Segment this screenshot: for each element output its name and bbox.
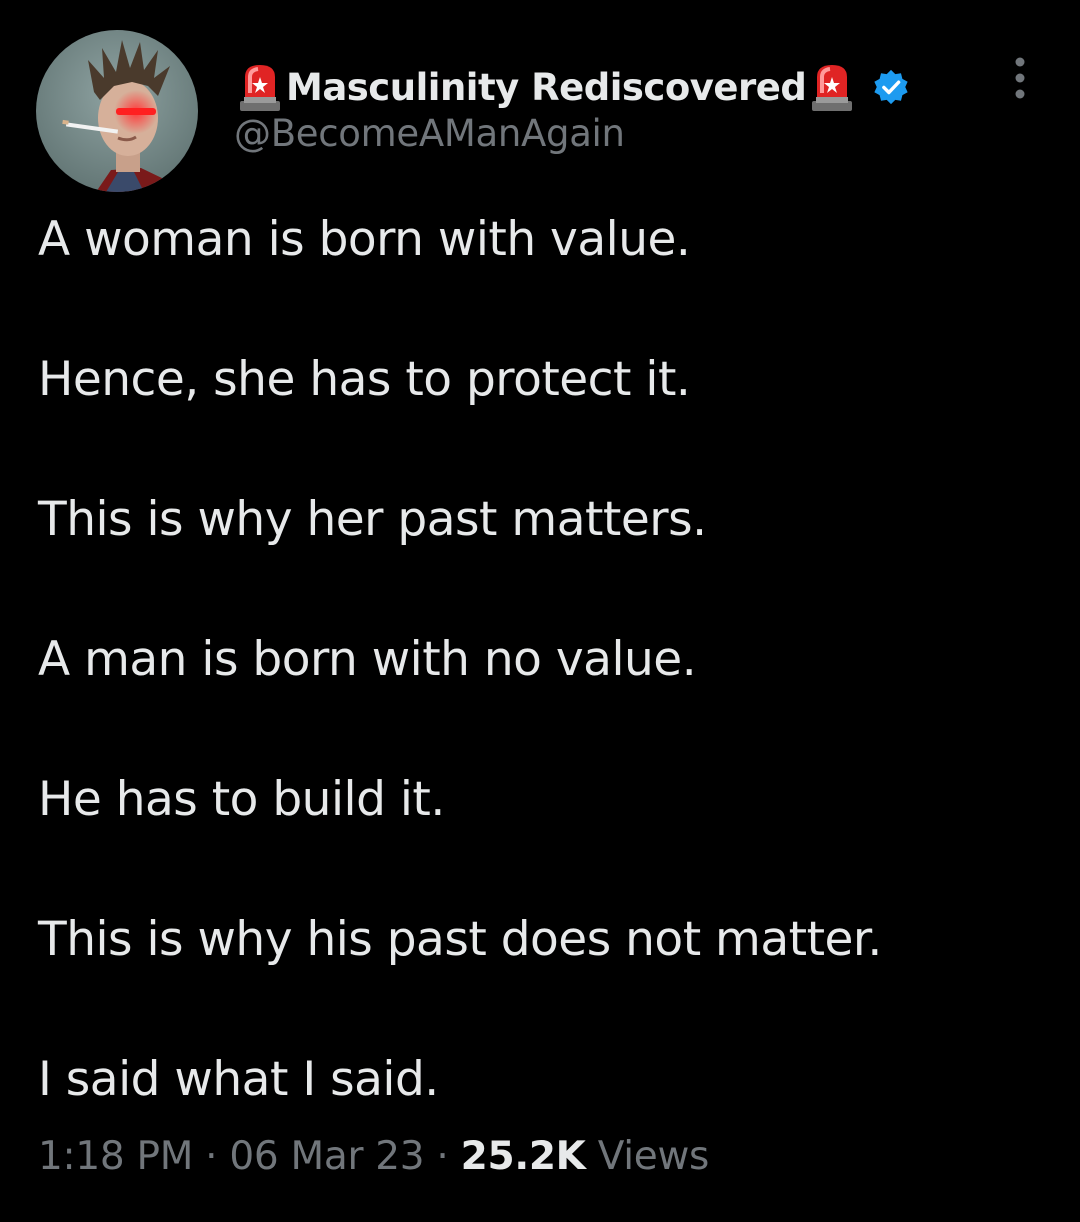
views-label: Views: [597, 1134, 710, 1179]
display-name[interactable]: Masculinity Rediscovered: [286, 66, 807, 109]
tweet-line: This is why his past does not matter.: [38, 912, 882, 967]
tweet-line: He has to build it.: [38, 772, 445, 827]
tweet-text: A woman is born with value. Hence, she h…: [38, 208, 1048, 1188]
tweet: Masculinity Rediscovered @BecomeAManAgai…: [0, 0, 1080, 1222]
meta-separator: ·: [436, 1134, 449, 1179]
user-handle[interactable]: @BecomeAManAgain: [234, 112, 625, 155]
avatar[interactable]: [36, 30, 198, 192]
tweet-line: This is why her past matters.: [38, 492, 707, 547]
tweet-date: 06 Mar 23: [229, 1134, 425, 1179]
views-count[interactable]: 25.2K: [461, 1134, 586, 1179]
police-car-light-icon: [240, 65, 280, 111]
tweet-line: A man is born with no value.: [38, 632, 697, 687]
tweet-line: A woman is born with value.: [38, 212, 691, 267]
tweet-timestamp[interactable]: 1:18 PM · 06 Mar 23: [38, 1134, 425, 1179]
meta-separator: ·: [205, 1134, 218, 1179]
tweet-meta: 1:18 PM · 06 Mar 23 · 25.2K Views: [38, 1134, 709, 1179]
name-row: Masculinity Rediscovered: [236, 56, 910, 118]
tweet-line: Hence, she has to protect it.: [38, 352, 691, 407]
more-options-icon[interactable]: [1000, 52, 1040, 106]
tweet-time: 1:18 PM: [38, 1134, 194, 1179]
verified-badge-icon[interactable]: [872, 68, 910, 106]
police-car-light-icon: [812, 65, 853, 111]
